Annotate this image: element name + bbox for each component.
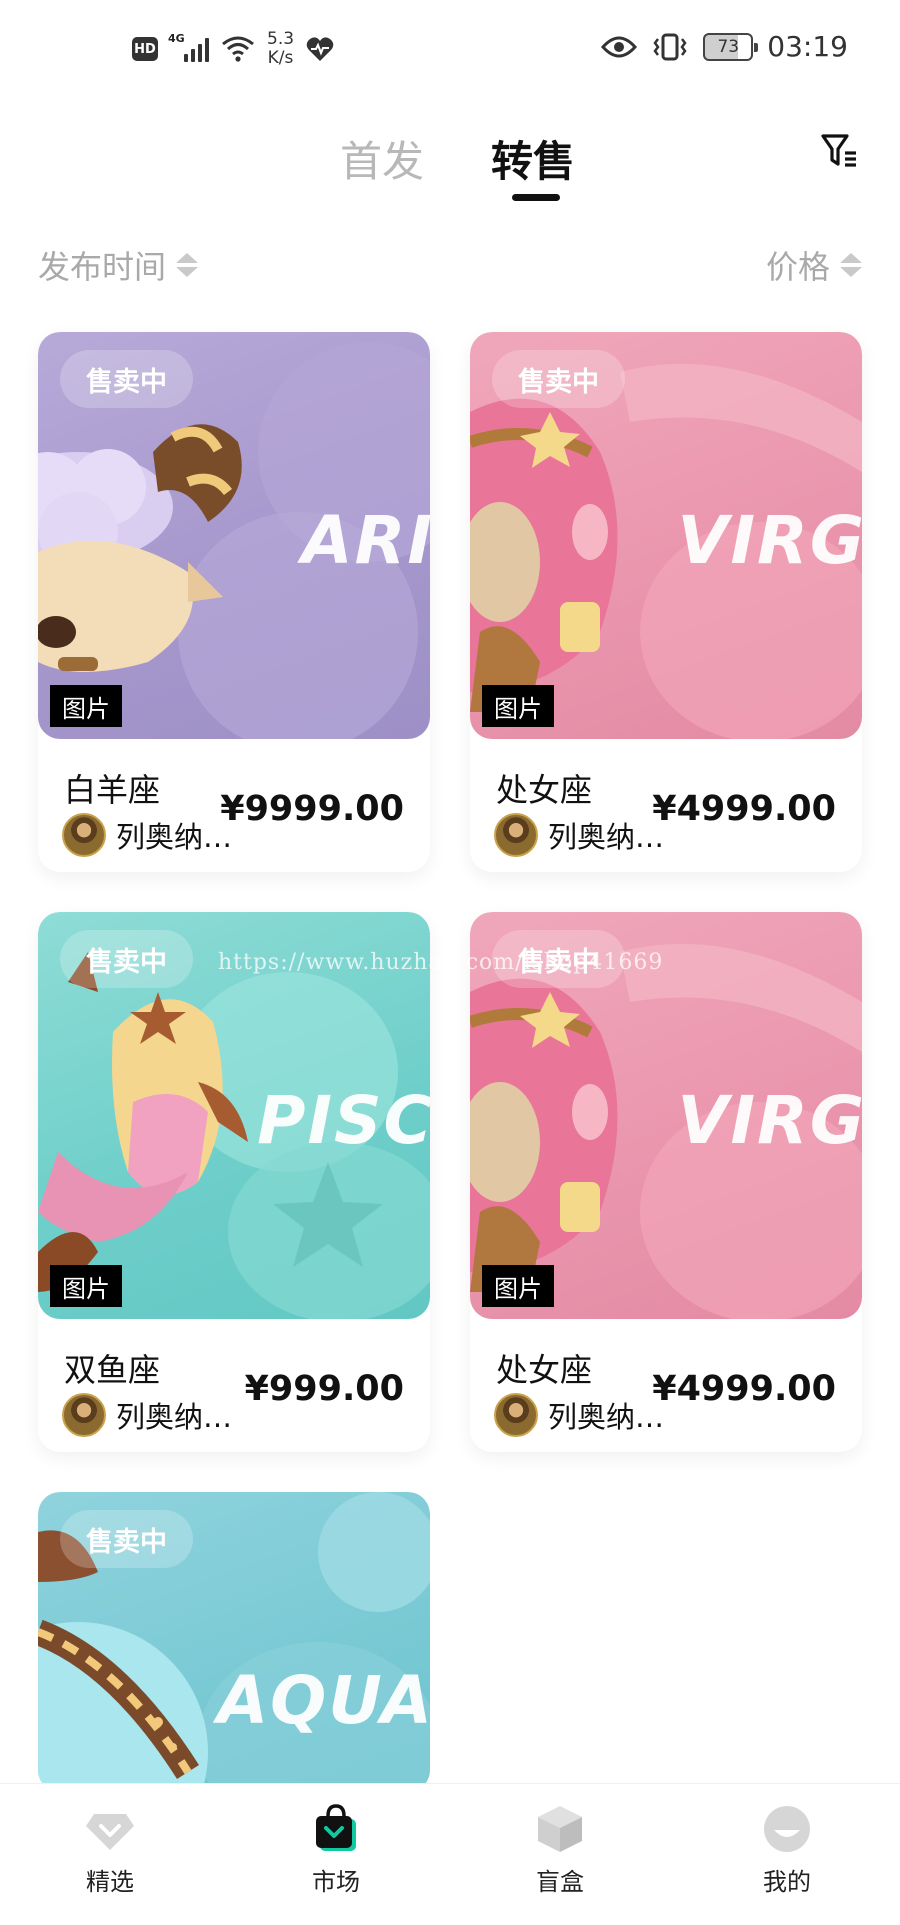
- watermark: https://www.huzhan.com/ishop41669: [218, 950, 664, 975]
- product-card[interactable]: 售卖中 AQUA: [38, 1492, 430, 1792]
- nav-featured[interactable]: 精选: [50, 1804, 170, 1897]
- product-image[interactable]: 售卖中 VIRG 图片: [470, 332, 862, 739]
- owner-name: 列奥纳…: [548, 1400, 665, 1434]
- media-type-badge: 图片: [50, 685, 122, 727]
- zodiac-sign-text: PISC: [257, 1082, 430, 1159]
- nav-market[interactable]: 市场: [276, 1804, 396, 1897]
- speed-value: 5.3: [267, 29, 295, 49]
- sort-by-publish-time[interactable]: 发布时间: [38, 242, 199, 288]
- avatar: [494, 813, 538, 857]
- filter-icon[interactable]: [820, 131, 860, 171]
- on-sale-badge: 售卖中: [60, 1510, 193, 1568]
- product-name: 处女座: [496, 1351, 593, 1389]
- sort-time-label: 发布时间: [38, 248, 167, 286]
- product-name: 白羊座: [64, 771, 161, 809]
- product-image[interactable]: 售卖中 AQUA: [38, 1492, 430, 1792]
- media-type-badge: 图片: [482, 1265, 554, 1307]
- diamond-icon: [86, 1814, 134, 1850]
- bottom-navigation: 精选 市场 盲盒 我的: [0, 1783, 900, 1925]
- zodiac-sign-text: VIRG: [677, 1082, 862, 1159]
- product-info: 双鱼座 列奥纳… ¥999.00: [38, 1319, 430, 1452]
- product-image[interactable]: 售卖中 ARI 图片: [38, 332, 430, 739]
- status-bar: HD 4G 5.3 K/s 73 03:19: [0, 0, 900, 100]
- owner: 列奥纳…: [62, 1393, 232, 1437]
- nav-blind-box[interactable]: 盲盒: [500, 1804, 620, 1897]
- speed-unit: K/s: [267, 48, 294, 68]
- product-price: ¥4999.00: [652, 1369, 836, 1409]
- sort-bar: 发布时间 价格: [0, 238, 900, 288]
- product-price: ¥999.00: [244, 1369, 404, 1409]
- owner: 列奥纳…: [494, 813, 664, 857]
- status-left: HD 4G 5.3 K/s: [132, 30, 334, 68]
- market-tabs: 首发 转售: [0, 118, 900, 208]
- network-type: 4G: [168, 32, 185, 45]
- nav-label: 市场: [312, 1868, 360, 1896]
- product-price: ¥9999.00: [220, 789, 404, 829]
- product-name: 双鱼座: [64, 1351, 161, 1389]
- product-info: 白羊座 列奥纳… ¥9999.00: [38, 739, 430, 872]
- product-card[interactable]: 售卖中 PISC 图片 双鱼座 列奥纳… ¥999.00: [38, 912, 430, 1452]
- hd-badge: HD: [132, 37, 158, 61]
- nav-label: 我的: [763, 1868, 811, 1896]
- owner-name: 列奥纳…: [548, 820, 665, 854]
- eye-comfort-icon: [601, 36, 638, 57]
- owner: 列奥纳…: [62, 813, 232, 857]
- product-card[interactable]: 售卖中 VIRG 图片 处女座 列奥纳… ¥4999.00: [470, 332, 862, 872]
- health-heart-icon: [306, 37, 334, 61]
- profile-face-icon: [764, 1806, 810, 1852]
- status-right: 73 03:19: [601, 30, 848, 63]
- avatar: [62, 813, 106, 857]
- active-tab-indicator: [512, 194, 560, 201]
- product-card[interactable]: 售卖中 VIRG 图片 处女座 列奥纳… ¥4999.00: [470, 912, 862, 1452]
- nav-mine[interactable]: 我的: [727, 1804, 847, 1897]
- product-card[interactable]: 售卖中 ARI 图片 白羊座 列奥纳… ¥9999.00: [38, 332, 430, 872]
- sort-arrows-icon: [840, 253, 862, 277]
- on-sale-badge: 售卖中: [60, 350, 193, 408]
- sort-price-label: 价格: [765, 248, 830, 286]
- vibrate-icon: [653, 33, 687, 60]
- zodiac-sign-text: VIRG: [677, 502, 862, 579]
- tab-resale[interactable]: 转售: [491, 128, 575, 189]
- clock: 03:19: [767, 30, 848, 63]
- sort-arrows-icon: [176, 253, 199, 277]
- zodiac-sign-text: ARI: [301, 502, 430, 579]
- owner-name: 列奥纳…: [116, 820, 233, 854]
- zodiac-sign-text: AQUA: [217, 1662, 430, 1739]
- avatar: [62, 1393, 106, 1437]
- tab-first-release[interactable]: 首发: [340, 128, 424, 189]
- on-sale-badge: 售卖中: [60, 930, 193, 988]
- product-info: 处女座 列奥纳… ¥4999.00: [470, 739, 862, 872]
- nav-label: 精选: [86, 1868, 134, 1896]
- network-speed: 5.3 K/s: [267, 30, 294, 68]
- product-price: ¥4999.00: [652, 789, 836, 829]
- nav-label: 盲盒: [536, 1868, 584, 1896]
- cell-signal-icon: 4G: [168, 32, 209, 62]
- battery-icon: 73: [703, 32, 759, 61]
- wifi-icon: [222, 36, 254, 62]
- media-type-badge: 图片: [50, 1265, 122, 1307]
- product-name: 处女座: [496, 771, 593, 809]
- product-info: 处女座 列奥纳… ¥4999.00: [470, 1319, 862, 1452]
- avatar: [494, 1393, 538, 1437]
- on-sale-badge: 售卖中: [492, 350, 625, 408]
- owner-name: 列奥纳…: [116, 1400, 233, 1434]
- sort-by-price[interactable]: 价格: [766, 242, 862, 288]
- media-type-badge: 图片: [482, 685, 554, 727]
- owner: 列奥纳…: [494, 1393, 664, 1437]
- shopping-bag-icon: [316, 1804, 356, 1851]
- cube-icon: [538, 1806, 582, 1852]
